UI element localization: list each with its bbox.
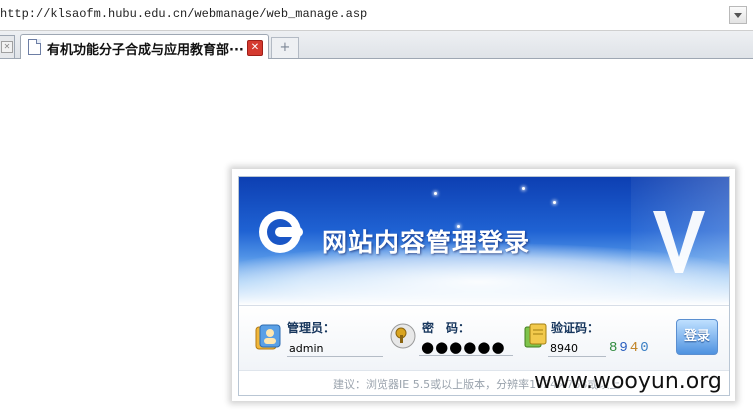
- star-decoration: [553, 201, 556, 204]
- close-icon[interactable]: ✕: [1, 41, 13, 53]
- close-icon[interactable]: ✕: [247, 40, 263, 56]
- login-banner: 网站内容管理登录: [239, 177, 729, 305]
- tab-active[interactable]: 有机功能分子合成与应用教育部··· ✕: [20, 34, 269, 59]
- new-tab-icon[interactable]: +: [271, 37, 299, 58]
- address-bar: http://klsaofm.hubu.edu.cn/webmanage/web…: [0, 0, 753, 31]
- key-icon: [524, 323, 547, 348]
- star-decoration: [434, 192, 437, 195]
- login-form: 管理员： 密 码： ●●●●●● 验证码： 8940 登录: [239, 305, 729, 370]
- captcha-digit: 8: [609, 340, 620, 356]
- star-decoration: [522, 187, 525, 190]
- captcha-digit: 0: [640, 340, 651, 356]
- address-dropdown-button[interactable]: [729, 6, 747, 24]
- tab-previous[interactable]: ✕: [0, 35, 15, 58]
- dropdown-arrow-icon: [734, 13, 742, 18]
- tab-title: 有机功能分子合成与应用教育部···: [47, 43, 244, 58]
- captcha-digit: 4: [629, 340, 641, 356]
- watermark: www.wooyun.org: [534, 369, 722, 394]
- page-icon: [28, 39, 41, 55]
- captcha-input[interactable]: [548, 340, 606, 357]
- lock-icon: [390, 323, 416, 349]
- tab-strip: ✕ 有机功能分子合成与应用教育部··· ✕ +: [0, 31, 753, 59]
- captcha-digit: 9: [619, 340, 630, 356]
- address-input[interactable]: http://klsaofm.hubu.edu.cn/webmanage/web…: [0, 7, 367, 21]
- username-input[interactable]: [287, 340, 383, 357]
- user-icon: [255, 324, 281, 350]
- login-panel: 网站内容管理登录 管理员： 密 码： ●●●●●●: [232, 169, 735, 401]
- banner-title: 网站内容管理登录: [322, 228, 531, 257]
- login-button[interactable]: 登录: [676, 319, 718, 355]
- password-input[interactable]: ●●●●●●: [419, 339, 513, 356]
- username-label: 管理员：: [287, 321, 336, 335]
- captcha-image[interactable]: 8940: [609, 340, 651, 356]
- v-logo-icon: [653, 211, 705, 273]
- login-panel-frame: 网站内容管理登录 管理员： 密 码： ●●●●●●: [238, 176, 730, 396]
- captcha-label: 验证码：: [551, 321, 600, 335]
- password-label: 密 码：: [422, 321, 471, 335]
- site-logo-icon: [259, 211, 303, 253]
